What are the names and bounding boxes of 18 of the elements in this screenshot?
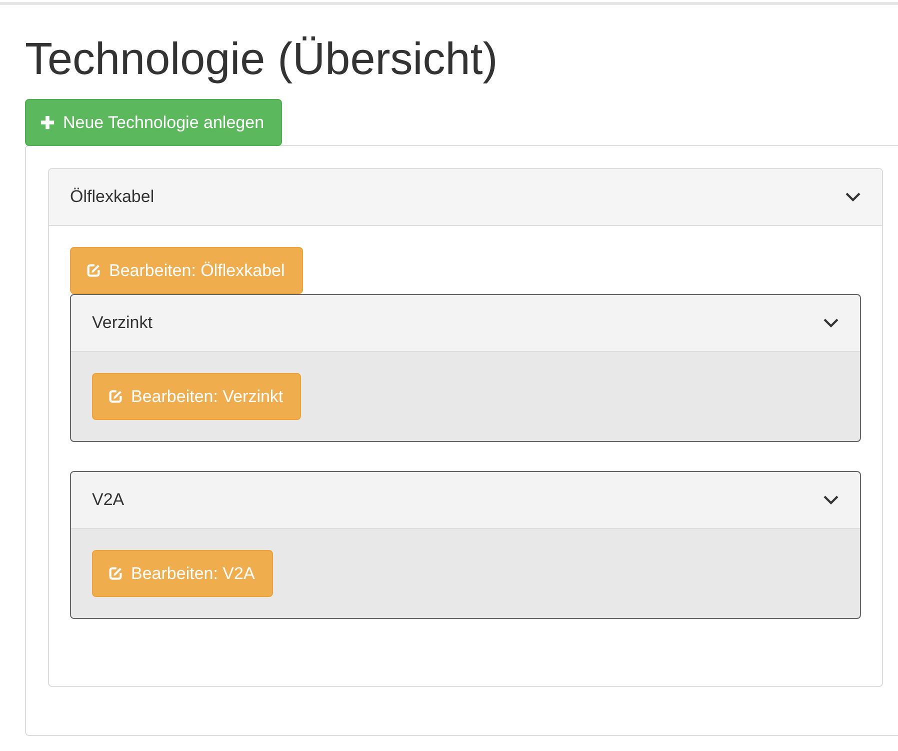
- chevron-down-icon[interactable]: [823, 495, 839, 505]
- panel-header[interactable]: Ölflexkabel: [49, 169, 882, 226]
- edit-icon: [108, 566, 123, 581]
- panel-title: Ölflexkabel: [70, 187, 154, 207]
- panel-title: Verzinkt: [92, 313, 152, 333]
- edit-button[interactable]: Bearbeiten: V2A: [92, 550, 273, 597]
- edit-button[interactable]: Bearbeiten: Verzinkt: [92, 373, 302, 420]
- chevron-down-icon[interactable]: [845, 192, 861, 202]
- plus-icon: [40, 115, 55, 130]
- add-button[interactable]: Neue Technologie anlegen: [25, 99, 282, 146]
- panel-header[interactable]: V2A: [71, 472, 860, 529]
- edit-icon: [108, 389, 123, 404]
- edit-icon: [86, 263, 101, 278]
- chevron-down-icon[interactable]: [823, 318, 839, 328]
- edit-button[interactable]: Bearbeiten: Ölflexkabel: [70, 247, 303, 294]
- panel-title: V2A: [92, 490, 124, 510]
- page-title: Technologie (Übersicht): [25, 32, 499, 86]
- panel-header[interactable]: Verzinkt: [71, 295, 860, 352]
